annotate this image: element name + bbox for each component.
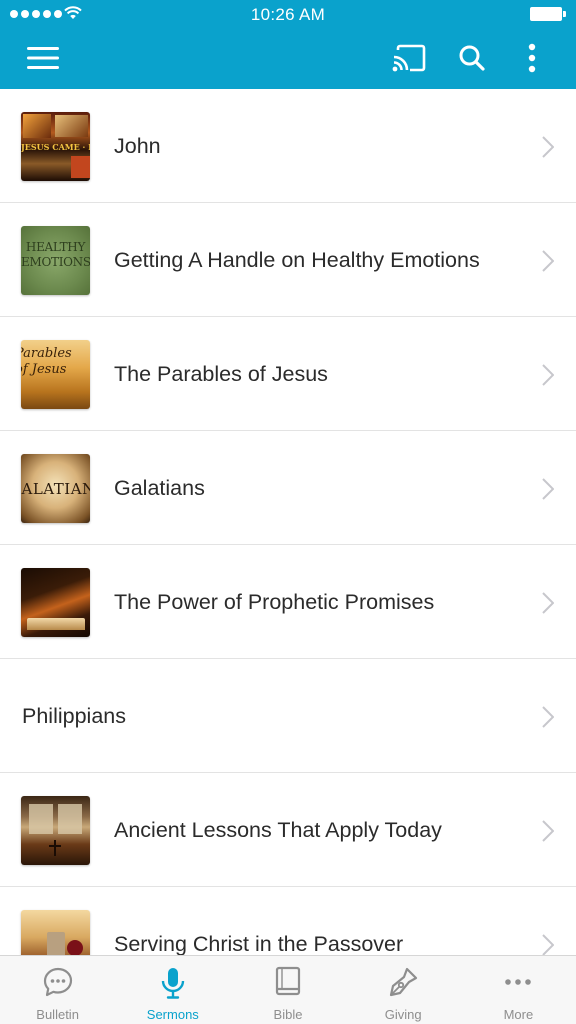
book-icon <box>275 966 301 996</box>
thumbnail-text: JESUS CAME · LIFE <box>21 142 90 152</box>
status-bar: 10:26 AM <box>0 0 576 30</box>
series-title: Ancient Lessons That Apply Today <box>114 817 442 842</box>
series-thumbnail <box>21 910 90 955</box>
series-thumbnail: JESUS CAME · LIFE <box>21 112 90 181</box>
tab-label: Giving <box>384 1007 422 1022</box>
series-thumbnail <box>21 568 90 637</box>
more-horizontal-icon <box>505 979 532 985</box>
chevron-right-icon <box>542 478 554 500</box>
cast-icon <box>392 44 426 72</box>
battery-icon <box>530 7 566 21</box>
microphone-icon <box>161 968 184 999</box>
tab-giving[interactable]: Giving <box>346 956 461 1024</box>
menu-button[interactable] <box>22 38 64 78</box>
chevron-right-icon <box>542 592 554 614</box>
pen-nib-icon <box>390 967 418 997</box>
list-item[interactable]: HEALTHY EMOTIONS Getting A Handle on Hea… <box>0 203 576 317</box>
chevron-right-icon <box>542 820 554 842</box>
tab-sermons[interactable]: Sermons <box>115 956 230 1024</box>
more-vertical-icon <box>528 43 536 73</box>
tab-label: Sermons <box>146 1007 199 1022</box>
cast-button[interactable] <box>388 38 430 78</box>
series-thumbnail <box>21 796 90 865</box>
chat-bubble-icon <box>43 967 72 997</box>
series-thumbnail: GALATIANS <box>21 454 90 523</box>
list-item[interactable]: The Power of Prophetic Promises <box>0 545 576 659</box>
bottom-tab-bar: Bulletin Sermons Bible Giving More <box>0 955 576 1024</box>
tab-bible[interactable]: Bible <box>230 956 345 1024</box>
thumbnail-text: GALATIANS <box>21 480 90 498</box>
series-title: Serving Christ in the Passover <box>114 931 404 956</box>
search-button[interactable] <box>452 38 492 78</box>
series-title: Galatians <box>114 475 205 500</box>
chevron-right-icon <box>542 250 554 272</box>
chevron-right-icon <box>542 364 554 386</box>
tab-more[interactable]: More <box>461 956 576 1024</box>
series-title: John <box>114 133 161 158</box>
tab-bulletin[interactable]: Bulletin <box>0 956 115 1024</box>
series-title: The Power of Prophetic Promises <box>114 589 435 614</box>
series-thumbnail: Parables of Jesus <box>21 340 90 409</box>
search-icon <box>459 45 485 71</box>
list-item[interactable]: Philippians <box>0 659 576 773</box>
app-header: 10:26 AM <box>0 0 576 89</box>
sermon-series-list[interactable]: JESUS CAME · LIFE John HEALTHY EMOTIONS … <box>0 89 576 955</box>
chevron-right-icon <box>542 706 554 728</box>
chevron-right-icon <box>542 934 554 955</box>
thumbnail-text: HEALTHY EMOTIONS <box>21 240 90 269</box>
tab-label: More <box>503 1007 534 1022</box>
chevron-right-icon <box>542 136 554 158</box>
menu-icon <box>27 47 59 69</box>
list-item[interactable]: Serving Christ in the Passover <box>0 887 576 955</box>
status-time: 10:26 AM <box>250 5 326 24</box>
series-title: Philippians <box>22 703 126 728</box>
series-thumbnail: HEALTHY EMOTIONS <box>21 226 90 295</box>
thumbnail-text: Parables of Jesus <box>21 346 72 377</box>
list-item[interactable]: Ancient Lessons That Apply Today <box>0 773 576 887</box>
list-item[interactable]: Parables of Jesus The Parables of Jesus <box>0 317 576 431</box>
more-options-button[interactable] <box>516 38 548 78</box>
series-title: The Parables of Jesus <box>114 361 328 386</box>
list-item[interactable]: GALATIANS Galatians <box>0 431 576 545</box>
tab-label: Bible <box>273 1007 303 1022</box>
series-title: Getting A Handle on Healthy Emotions <box>114 247 480 272</box>
tab-label: Bulletin <box>36 1007 79 1022</box>
list-item[interactable]: JESUS CAME · LIFE John <box>0 89 576 203</box>
